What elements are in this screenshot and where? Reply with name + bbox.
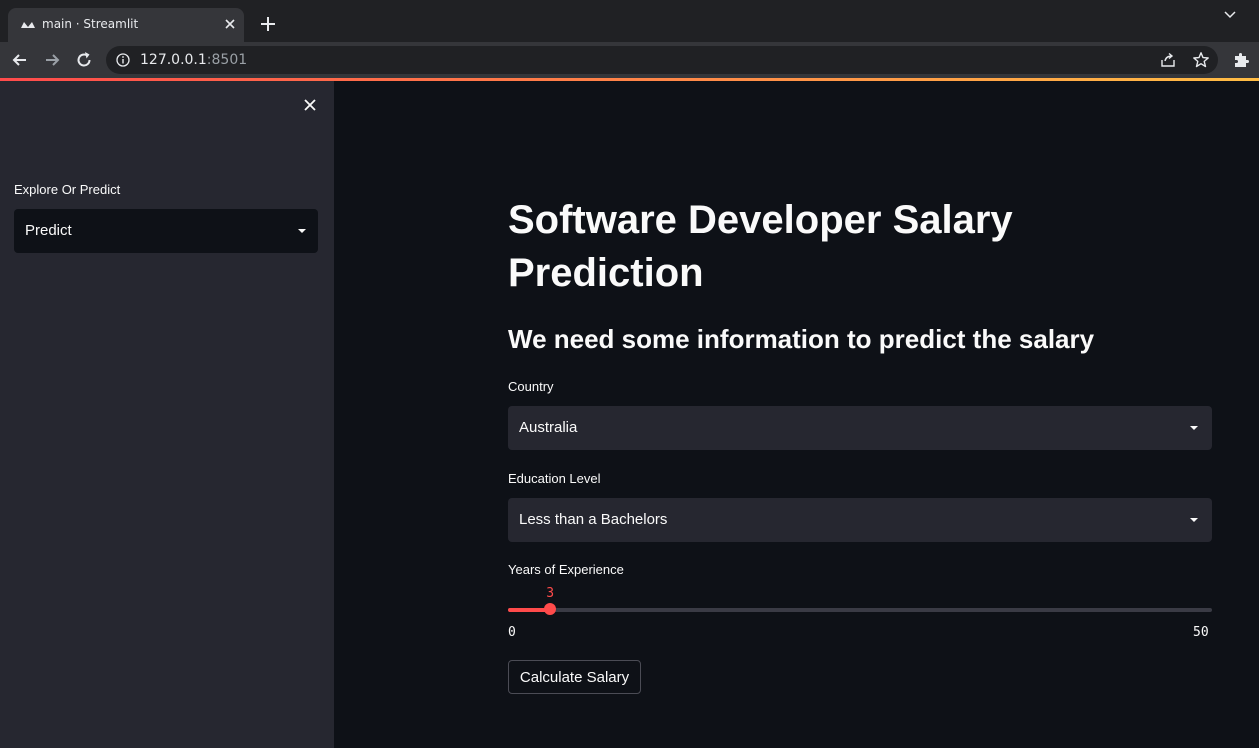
browser-tab[interactable]: main · Streamlit — [8, 8, 244, 42]
select-value: Predict — [25, 222, 72, 239]
arrow-right-icon[interactable] — [42, 50, 62, 70]
select-value: Australia — [519, 419, 578, 436]
select-value: Less than a Bachelors — [519, 511, 668, 528]
plus-icon[interactable] — [258, 14, 278, 34]
calculate-salary-button[interactable]: Calculate Salary — [508, 660, 641, 694]
education-select[interactable]: Less than a Bachelors — [508, 498, 1212, 542]
caret-down-icon — [298, 229, 306, 233]
main-content: Software Developer Salary Prediction We … — [334, 81, 1259, 748]
close-sidebar-icon[interactable] — [300, 95, 320, 115]
experience-slider-track[interactable] — [508, 608, 1212, 612]
page-subtitle: We need some information to predict the … — [508, 324, 1095, 354]
caret-down-icon — [1190, 426, 1198, 430]
share-icon[interactable] — [1160, 52, 1176, 68]
explore-or-predict-select[interactable]: Predict — [14, 209, 318, 253]
experience-slider-value: 3 — [546, 586, 555, 601]
browser-tabstrip: main · Streamlit — [0, 0, 1259, 42]
caret-down-icon — [1190, 518, 1198, 522]
experience-slider-max: 50 — [1193, 625, 1209, 640]
streamlit-favicon-icon — [20, 17, 36, 33]
star-icon[interactable] — [1192, 51, 1210, 69]
sidebar: Explore Or Predict Predict — [0, 81, 334, 748]
url-port: :8501 — [206, 52, 248, 68]
browser-toolbar: 127.0.0.1:8501 — [0, 42, 1259, 78]
country-label: Country — [508, 379, 554, 394]
explore-or-predict-label: Explore Or Predict — [14, 182, 121, 197]
country-select[interactable]: Australia — [508, 406, 1212, 450]
tab-title: main · Streamlit — [42, 17, 139, 31]
experience-slider-min: 0 — [508, 625, 516, 640]
chevron-down-icon[interactable] — [1221, 6, 1239, 24]
puzzle-icon[interactable] — [1232, 51, 1250, 69]
page-title: Software Developer Salary Prediction — [508, 198, 1013, 295]
url-text: 127.0.0.1:8501 — [140, 52, 247, 68]
arrow-left-icon[interactable] — [10, 50, 30, 70]
reload-icon[interactable] — [74, 50, 94, 70]
experience-label: Years of Experience — [508, 562, 624, 577]
education-label: Education Level — [508, 471, 601, 486]
url-host: 127.0.0.1 — [140, 52, 207, 68]
info-icon[interactable] — [116, 53, 130, 67]
experience-slider-thumb[interactable] — [544, 603, 557, 615]
tab-close-icon[interactable] — [222, 16, 238, 32]
address-bar[interactable]: 127.0.0.1:8501 — [106, 46, 1218, 74]
